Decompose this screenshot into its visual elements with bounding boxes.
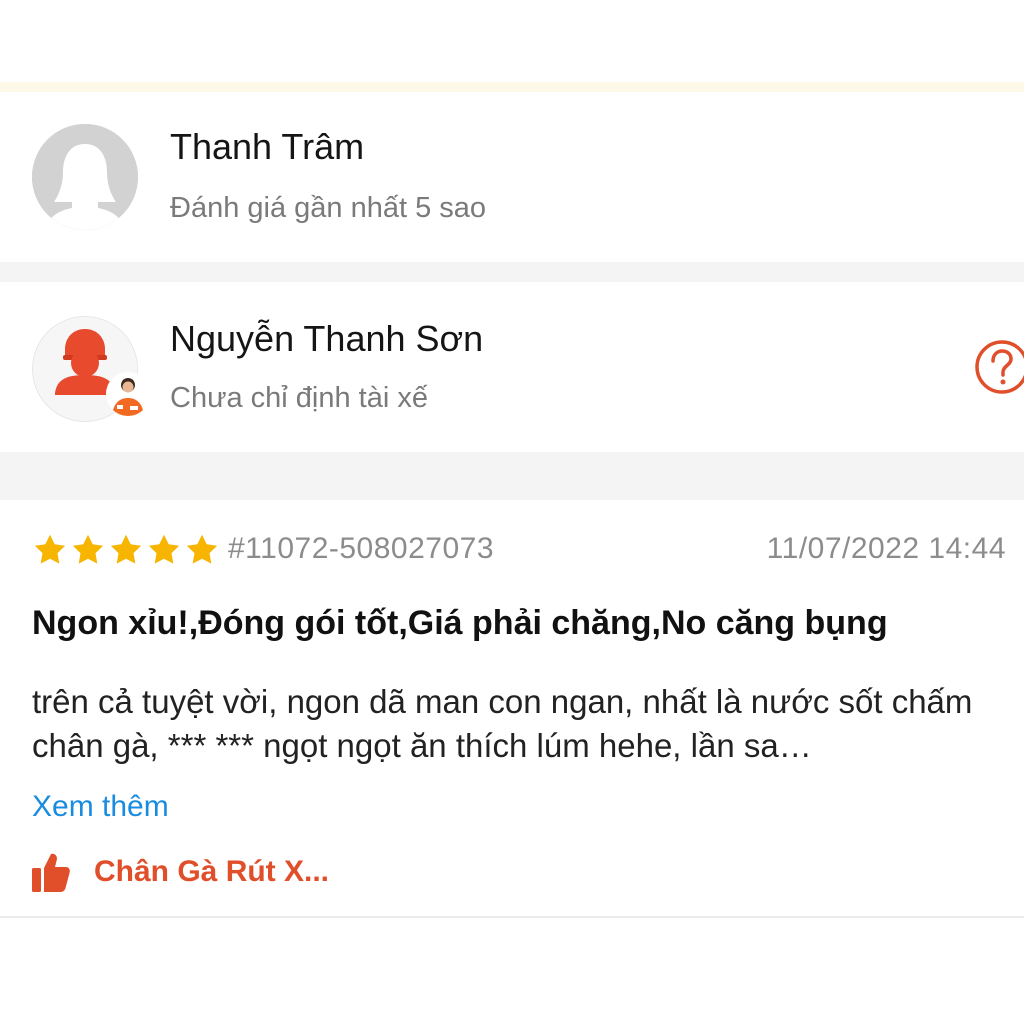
review-title: Ngon xỉu!,Đóng gói tốt,Giá phải chăng,No… [32,604,888,642]
top-strip [0,82,1024,92]
review-date: 11/07/2022 14:44 [766,532,1006,565]
customer-name: Thanh Trâm [170,126,365,167]
review-body: trên cả tuyệt vời, ngon dã man con ngan,… [32,683,973,764]
question-circle-icon[interactable] [973,338,1024,396]
star-icon [148,534,180,564]
star-icon [110,534,142,564]
driver-status: Chưa chỉ định tài xế [170,382,428,414]
order-id: #11072-508027073 [228,532,495,565]
rating-stars [32,532,220,568]
driver-avatar [32,316,150,422]
liked-dish-row: Chân Gà Rút X... [32,850,329,894]
liked-dish-name: Chân Gà Rút X... [94,855,330,888]
star-icon [186,534,218,564]
section-gap [0,262,1024,282]
star-icon [34,534,66,564]
customer-avatar-icon [32,124,138,230]
star-icon [72,534,104,564]
see-more-link[interactable]: Xem thêm [32,790,169,824]
driver-mascot-icon [106,372,150,416]
thumbs-up-icon [32,853,70,892]
customer-rating-summary: Đánh giá gần nhất 5 sao [170,192,487,224]
driver-name: Nguyễn Thanh Sơn [170,318,484,359]
customer-card[interactable]: Thanh Trâm Đánh giá gần nhất 5 sao [0,92,1024,262]
divider [0,916,1024,918]
section-gap [0,452,1024,500]
driver-card[interactable]: Nguyễn Thanh Sơn Chưa chỉ định tài xế [0,282,1024,452]
